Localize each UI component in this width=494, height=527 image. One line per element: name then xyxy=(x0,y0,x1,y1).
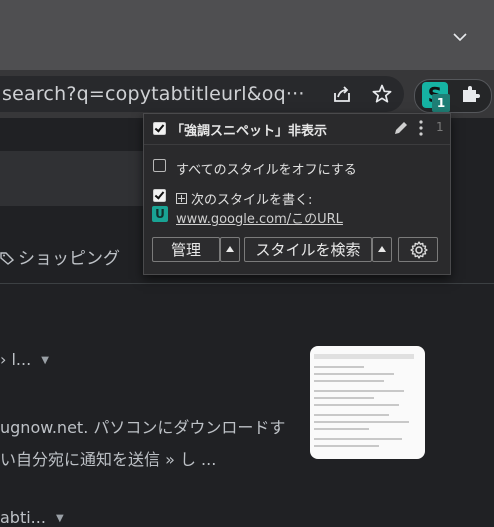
puzzle-icon[interactable] xyxy=(460,83,482,105)
result-breadcrumb-text: abti... xyxy=(0,508,46,527)
style-name[interactable]: 「強調スニペット」非表示 xyxy=(171,120,327,139)
shopping-tag-icon xyxy=(0,252,14,265)
manage-options-button[interactable] xyxy=(220,237,240,262)
stylus-popup: 「強調スニペット」非表示 1 すべてのスタイルをオフにする 次のスタイルを書く:… xyxy=(143,113,451,275)
write-style-url-link[interactable]: www.google.com/このURL xyxy=(176,208,343,227)
result-snippet-line: ugnow.net. パソコンにダウンロードす xyxy=(0,418,286,437)
find-styles-options-button[interactable] xyxy=(372,237,392,262)
plus-box-icon xyxy=(176,193,187,204)
find-styles-button[interactable]: スタイルを検索 xyxy=(244,237,372,262)
kebab-menu-icon[interactable] xyxy=(417,119,425,137)
dropdown-triangle-icon[interactable]: ▼ xyxy=(41,355,49,366)
divider xyxy=(0,283,494,284)
result-breadcrumb-text: › l... xyxy=(0,350,32,369)
disable-all-checkbox[interactable] xyxy=(153,159,166,172)
write-style-checkbox[interactable] xyxy=(153,189,166,202)
tab-strip xyxy=(0,0,494,70)
write-style-label[interactable]: 次のスタイルを書く: xyxy=(176,189,312,208)
pencil-icon[interactable] xyxy=(393,120,409,136)
result-breadcrumb[interactable]: abti... ▼ xyxy=(0,508,64,527)
address-bar-url[interactable]: search?q=copytabtitleurl&oq··· xyxy=(2,83,305,105)
gear-icon xyxy=(410,241,428,259)
result-thumbnail[interactable] xyxy=(310,346,425,459)
u-badge: U xyxy=(152,206,168,222)
disable-all-label[interactable]: すべてのスタイルをオフにする xyxy=(176,159,357,178)
result-snippet-line: い自分宛に通知を送信 » し ... xyxy=(0,450,217,469)
share-icon[interactable] xyxy=(331,83,353,105)
shopping-label: ショッピング xyxy=(18,249,120,269)
style-entry: 「強調スニペット」非表示 1 xyxy=(144,114,450,145)
chevron-down-icon[interactable] xyxy=(450,27,470,47)
dropdown-triangle-icon[interactable]: ▼ xyxy=(56,513,64,524)
settings-button[interactable] xyxy=(398,237,438,262)
extension-badge: 1 xyxy=(432,94,450,112)
search-bar-region xyxy=(0,151,160,206)
style-enabled-checkbox[interactable] xyxy=(153,122,166,135)
manage-button[interactable]: 管理 xyxy=(152,237,220,262)
style-count: 1 xyxy=(436,120,444,134)
star-icon[interactable] xyxy=(371,83,393,105)
result-breadcrumb[interactable]: › l... ▼ xyxy=(0,350,49,369)
tab-shopping[interactable]: ショッピング xyxy=(0,244,120,269)
write-style-text: 次のスタイルを書く: xyxy=(191,193,313,208)
